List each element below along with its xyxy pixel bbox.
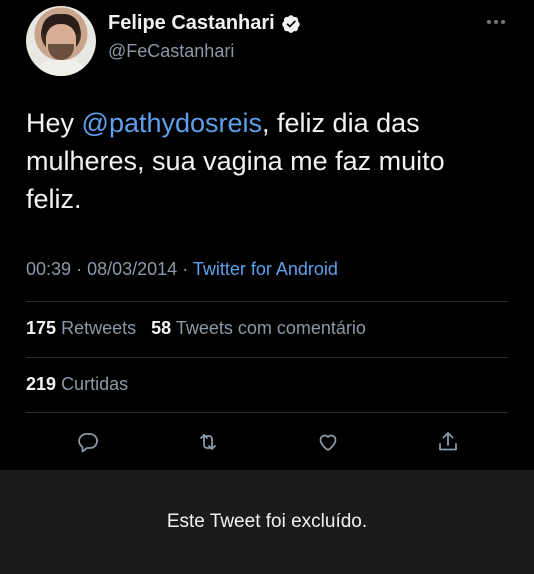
retweet-icon [200, 434, 216, 450]
avatar[interactable] [26, 6, 96, 76]
share-icon [439, 432, 457, 451]
more-dot [487, 20, 491, 24]
deleted-tweet-banner: Este Tweet foi excluído. [0, 470, 534, 574]
retweets-stat[interactable]: 175 Retweets [26, 318, 136, 338]
avatar-shirt [34, 60, 88, 76]
quotes-label: Tweets com comentário [175, 318, 366, 338]
tweet-actions [0, 428, 534, 458]
deleted-tweet-text: Este Tweet foi excluído. [166, 511, 368, 532]
like-button[interactable] [314, 428, 342, 456]
tweet-meta: 00:39 · 08/03/2014 · Twitter for Android [26, 259, 338, 280]
quotes-stat[interactable]: 58 Tweets com comentário [151, 318, 366, 338]
tweet-date[interactable]: 08/03/2014 [87, 259, 177, 279]
share-button[interactable] [434, 428, 462, 456]
meta-separator: · [76, 259, 83, 279]
quotes-count: 58 [151, 318, 172, 338]
likes-count: 219 [26, 374, 57, 394]
tweet-time[interactable]: 00:39 [26, 259, 71, 279]
likes-stat[interactable]: 219 Curtidas [26, 374, 128, 395]
divider [26, 412, 508, 413]
tweet-card: Felipe Castanhari @FeCastanhari Hey @pat… [0, 0, 534, 470]
retweet-button[interactable] [194, 428, 222, 456]
meta-separator: · [182, 259, 189, 279]
more-dot [501, 20, 505, 24]
tweet-text: Hey @pathydosreis, feliz dia das mulhere… [26, 104, 506, 218]
engagement-stats: 175 Retweets 58 Tweets com comentário [26, 318, 366, 339]
tweet-source-link[interactable]: Twitter for Android [193, 259, 338, 279]
more-icon[interactable] [484, 17, 508, 27]
retweets-count: 175 [26, 318, 57, 338]
tweet-text-before: Hey [26, 108, 82, 138]
author-handle[interactable]: @FeCastanhari [108, 41, 234, 62]
likes-label: Curtidas [61, 374, 129, 394]
divider [26, 301, 508, 302]
divider [26, 357, 508, 358]
reply-button[interactable] [74, 428, 102, 456]
verified-badge-icon [281, 14, 300, 33]
retweets-label: Retweets [61, 318, 137, 338]
reply-icon [78, 433, 98, 453]
author-name[interactable]: Felipe Castanhari [108, 12, 275, 35]
mention-link[interactable]: @pathydosreis [82, 108, 263, 138]
heart-icon [319, 434, 337, 451]
author-name-row: Felipe Castanhari [108, 12, 301, 35]
more-dot [494, 20, 498, 24]
